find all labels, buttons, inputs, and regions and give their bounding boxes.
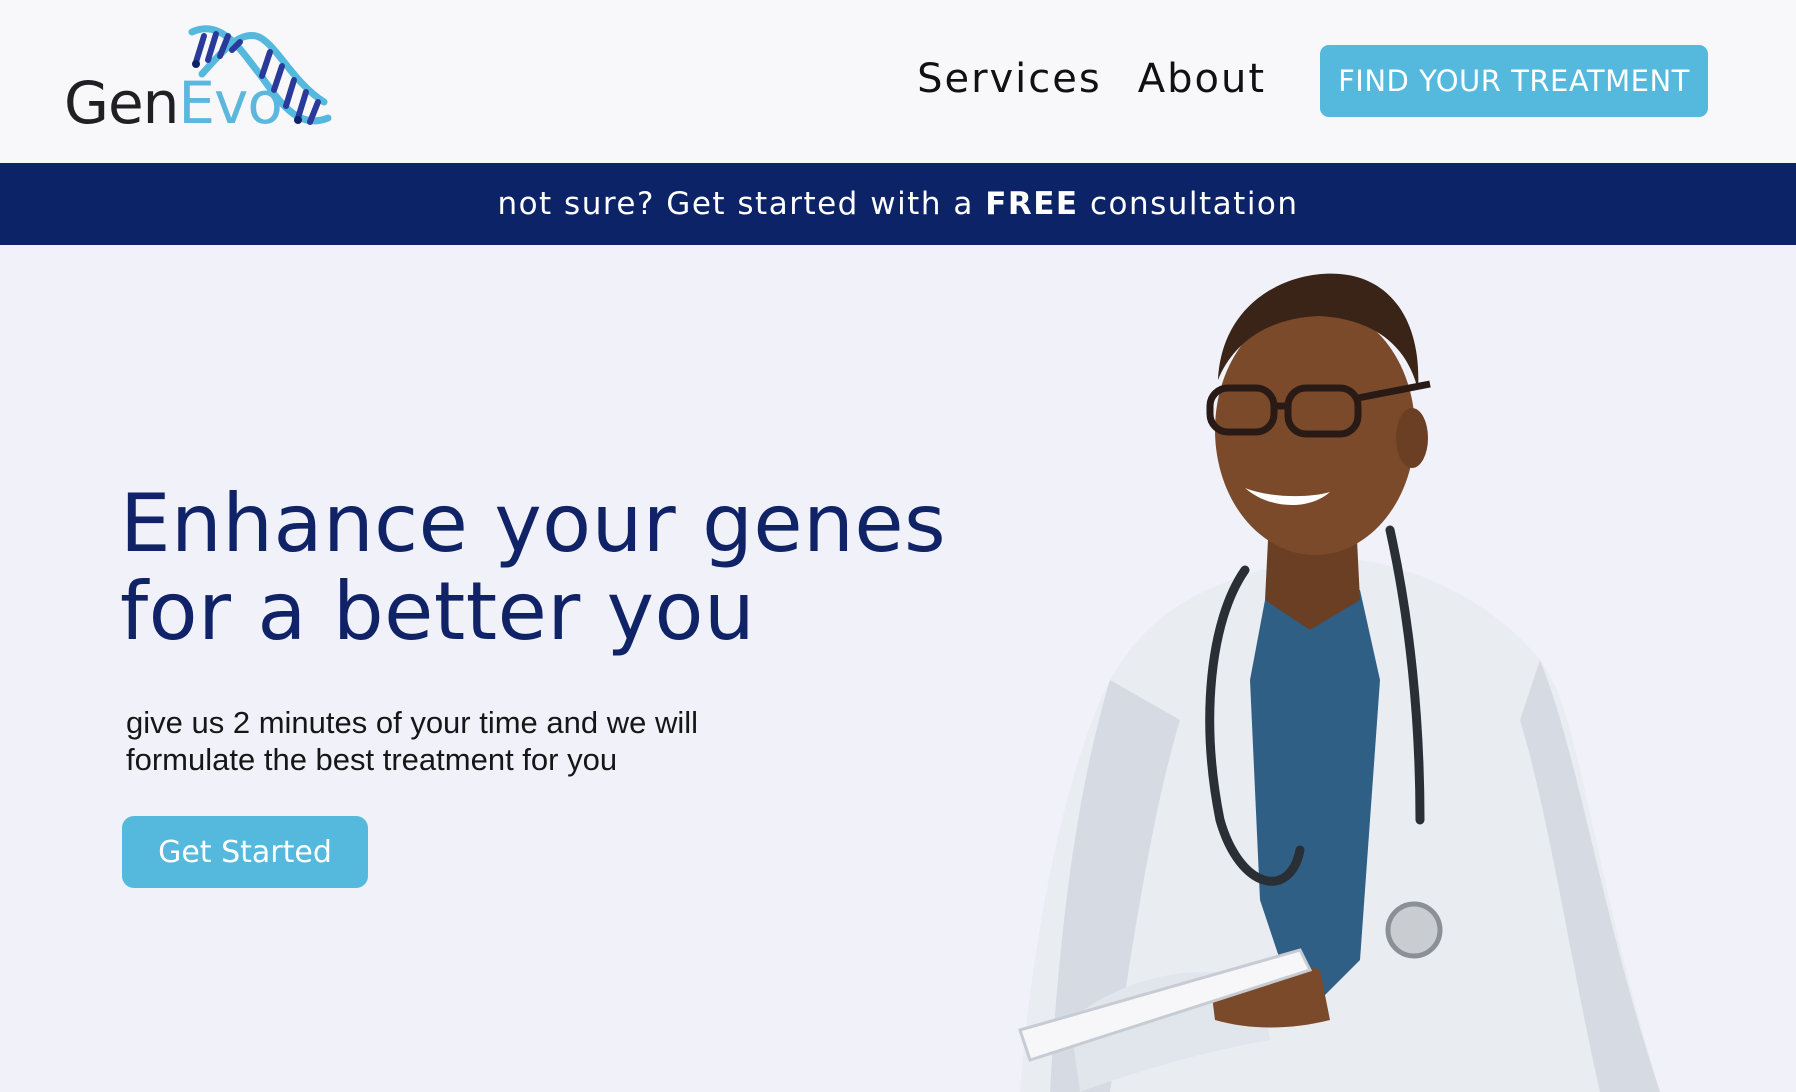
nav-link-services[interactable]: Services (917, 56, 1102, 102)
logo-wordmark-gen: Gen (64, 69, 179, 137)
nav-link-about[interactable]: About (1138, 56, 1266, 102)
logo-wordmark-evo: Evo (178, 69, 282, 137)
get-started-button[interactable]: Get Started (122, 816, 368, 888)
banner-suffix: consultation (1078, 186, 1299, 222)
doctor-photo (1018, 273, 1660, 1092)
find-your-treatment-button[interactable]: FIND YOUR TREATMENT (1320, 45, 1708, 117)
hero-title: Enhance your genes for a better you (120, 480, 946, 656)
banner-emphasis: FREE (985, 186, 1079, 222)
main-nav: Services About (917, 56, 1266, 102)
hero-title-line-2: for a better you (120, 565, 756, 658)
hero-subtitle-line-2: formulate the best treatment for you (126, 742, 618, 777)
consultation-banner[interactable]: not sure? Get started with a FREE consul… (0, 163, 1796, 245)
hero-title-line-1: Enhance your genes (120, 477, 947, 570)
logo-wordmark: GenEvo (64, 74, 283, 132)
site-header: GenEvo Services About FIND YOUR TREATMEN… (0, 0, 1796, 163)
genevo-logo[interactable]: GenEvo (64, 22, 334, 140)
hero-subtitle: give us 2 minutes of your time and we wi… (126, 704, 698, 778)
hero-subtitle-line-1: give us 2 minutes of your time and we wi… (126, 705, 699, 740)
banner-prefix: not sure? Get started with a (497, 186, 986, 222)
